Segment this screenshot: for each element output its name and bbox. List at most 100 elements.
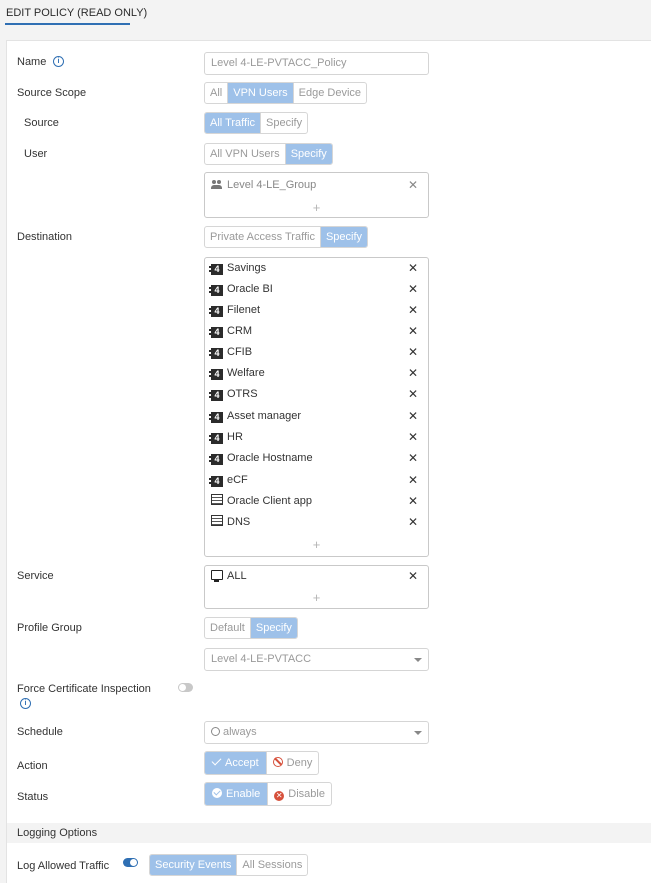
source-label: Source xyxy=(24,117,59,129)
remove-icon[interactable]: ✕ xyxy=(408,279,418,300)
list-item: 4 HR ✕ xyxy=(209,427,422,448)
destination-specify-button[interactable]: Specify xyxy=(320,227,368,247)
remove-icon[interactable]: ✕ xyxy=(408,321,418,342)
close-circle-icon: ✕ xyxy=(274,791,285,801)
list-item: 4 Oracle BI ✕ xyxy=(209,279,422,300)
schedule-value: always xyxy=(223,726,257,738)
service-list: ALL ✕ + xyxy=(204,565,429,609)
profile-group-select[interactable]: Level 4-LE-PVTACC xyxy=(204,648,429,671)
list-item: 4 eCF ✕ xyxy=(209,470,422,491)
add-service-button[interactable]: + xyxy=(205,590,428,605)
info-icon[interactable]: i xyxy=(20,698,31,709)
profile-group-default-button[interactable]: Default xyxy=(205,618,251,638)
log-all-sessions-button[interactable]: All Sessions xyxy=(237,855,307,875)
remove-icon[interactable]: ✕ xyxy=(408,406,418,427)
destination-item-label: HR xyxy=(227,431,243,443)
layer4-app-icon: 4 xyxy=(209,476,223,487)
remove-icon[interactable]: ✕ xyxy=(408,342,418,363)
source-scope-vpn-users-button[interactable]: VPN Users xyxy=(228,83,294,103)
layer4-app-icon: 4 xyxy=(209,390,223,401)
log-security-events-button[interactable]: Security Events xyxy=(150,855,238,875)
remove-icon[interactable]: ✕ xyxy=(408,300,418,321)
layer4-app-icon: 4 xyxy=(209,285,223,296)
title-underline xyxy=(5,23,130,25)
logging-options-header: Logging Options xyxy=(7,823,651,843)
status-disable-button[interactable]: ✕ Disable xyxy=(268,783,331,805)
user-all-vpn-users-button[interactable]: All VPN Users xyxy=(205,144,286,164)
remove-icon[interactable]: ✕ xyxy=(408,448,418,469)
remove-icon[interactable]: ✕ xyxy=(408,470,418,491)
profile-group-label: Profile Group xyxy=(17,622,82,634)
destination-item-label: Oracle BI xyxy=(227,283,273,295)
status-label: Status xyxy=(17,791,49,803)
layer4-app-icon: 4 xyxy=(209,327,223,338)
action-label: Action xyxy=(17,760,48,772)
source-specify-button[interactable]: Specify xyxy=(261,113,307,133)
page-title: EDIT POLICY (READ ONLY) xyxy=(6,7,148,19)
profile-group-value: Level 4-LE-PVTACC xyxy=(211,653,312,665)
service-item-label: ALL xyxy=(227,570,247,582)
remove-icon[interactable]: ✕ xyxy=(408,363,418,384)
name-field[interactable]: Level 4-LE-PVTACC_Policy xyxy=(204,52,429,75)
list-item: DNS ✕ xyxy=(211,512,422,533)
add-destination-button[interactable]: + xyxy=(205,537,428,552)
layer4-app-icon: 4 xyxy=(209,264,223,275)
remove-icon[interactable]: ✕ xyxy=(408,258,418,279)
chevron-down-icon xyxy=(414,658,422,662)
user-list: Level 4-LE_Group ✕ + xyxy=(204,172,429,218)
status-enable-button[interactable]: Enable xyxy=(205,783,269,805)
list-item: 4 Welfare ✕ xyxy=(209,363,422,384)
policy-form: Name i Level 4-LE-PVTACC_Policy Source S… xyxy=(6,40,651,883)
force-cert-label: Force Certificate Inspection xyxy=(17,683,151,695)
source-scope-edge-device-button[interactable]: Edge Device xyxy=(294,83,366,103)
source-toggle: All Traffic Specify xyxy=(204,112,309,134)
source-scope-toggle: All VPN Users Edge Device xyxy=(204,82,368,104)
info-icon[interactable]: i xyxy=(53,56,64,67)
remove-icon[interactable]: ✕ xyxy=(408,175,418,196)
remove-icon[interactable]: ✕ xyxy=(408,566,418,587)
destination-item-label: Filenet xyxy=(227,304,261,316)
destination-item-label: CRM xyxy=(227,325,253,337)
remove-icon[interactable]: ✕ xyxy=(408,491,418,512)
schedule-select[interactable]: always xyxy=(204,721,429,744)
remove-icon[interactable]: ✕ xyxy=(408,512,418,533)
check-circle-icon xyxy=(212,788,222,798)
action-deny-label: Deny xyxy=(286,757,313,769)
layer4-app-icon: 4 xyxy=(209,433,223,444)
dns-server-icon xyxy=(211,515,223,526)
list-item: 4 Asset manager ✕ xyxy=(209,406,422,427)
action-accept-button[interactable]: Accept xyxy=(205,752,267,774)
service-label: Service xyxy=(17,570,54,582)
log-allowed-traffic-toggle[interactable] xyxy=(123,858,138,867)
add-user-button[interactable]: + xyxy=(205,200,428,215)
name-label: Name xyxy=(17,56,47,68)
source-scope-all-button[interactable]: All xyxy=(205,83,229,103)
source-all-traffic-button[interactable]: All Traffic xyxy=(205,113,262,133)
remove-icon[interactable]: ✕ xyxy=(408,384,418,405)
list-item: 4 Filenet ✕ xyxy=(209,300,422,321)
list-item: 4 OTRS ✕ xyxy=(209,384,422,405)
list-item: ALL ✕ xyxy=(211,566,422,587)
action-deny-button[interactable]: Deny xyxy=(267,752,319,774)
list-item: 4 Oracle Hostname ✕ xyxy=(209,448,422,469)
destination-item-label: DNS xyxy=(227,516,251,528)
chevron-down-icon xyxy=(414,731,422,735)
log-allowed-traffic-label: Log Allowed Traffic xyxy=(17,860,110,872)
user-specify-button[interactable]: Specify xyxy=(285,144,332,164)
destination-item-label: Oracle Client app xyxy=(227,495,312,507)
layer4-app-icon: 4 xyxy=(209,412,223,423)
logging-options-title: Logging Options xyxy=(17,827,98,839)
destination-private-access-button[interactable]: Private Access Traffic xyxy=(205,227,321,247)
profile-group-specify-button[interactable]: Specify xyxy=(250,618,297,638)
deny-icon xyxy=(272,757,283,767)
log-allowed-traffic-options: Security Events All Sessions xyxy=(149,854,309,876)
profile-group-toggle: Default Specify xyxy=(204,617,298,639)
remove-icon[interactable]: ✕ xyxy=(408,427,418,448)
user-item-label: Level 4-LE_Group xyxy=(227,179,317,191)
destination-item-label: Savings xyxy=(227,262,267,274)
force-cert-toggle[interactable] xyxy=(178,683,193,692)
destination-item-label: Oracle Hostname xyxy=(227,452,313,464)
monitor-icon xyxy=(211,570,223,582)
list-item: Level 4-LE_Group ✕ xyxy=(211,175,422,196)
destination-list: 4 Savings ✕ 4 Oracle BI ✕ 4 Filenet ✕ 4 CRM ✕ 4C… xyxy=(204,257,429,557)
